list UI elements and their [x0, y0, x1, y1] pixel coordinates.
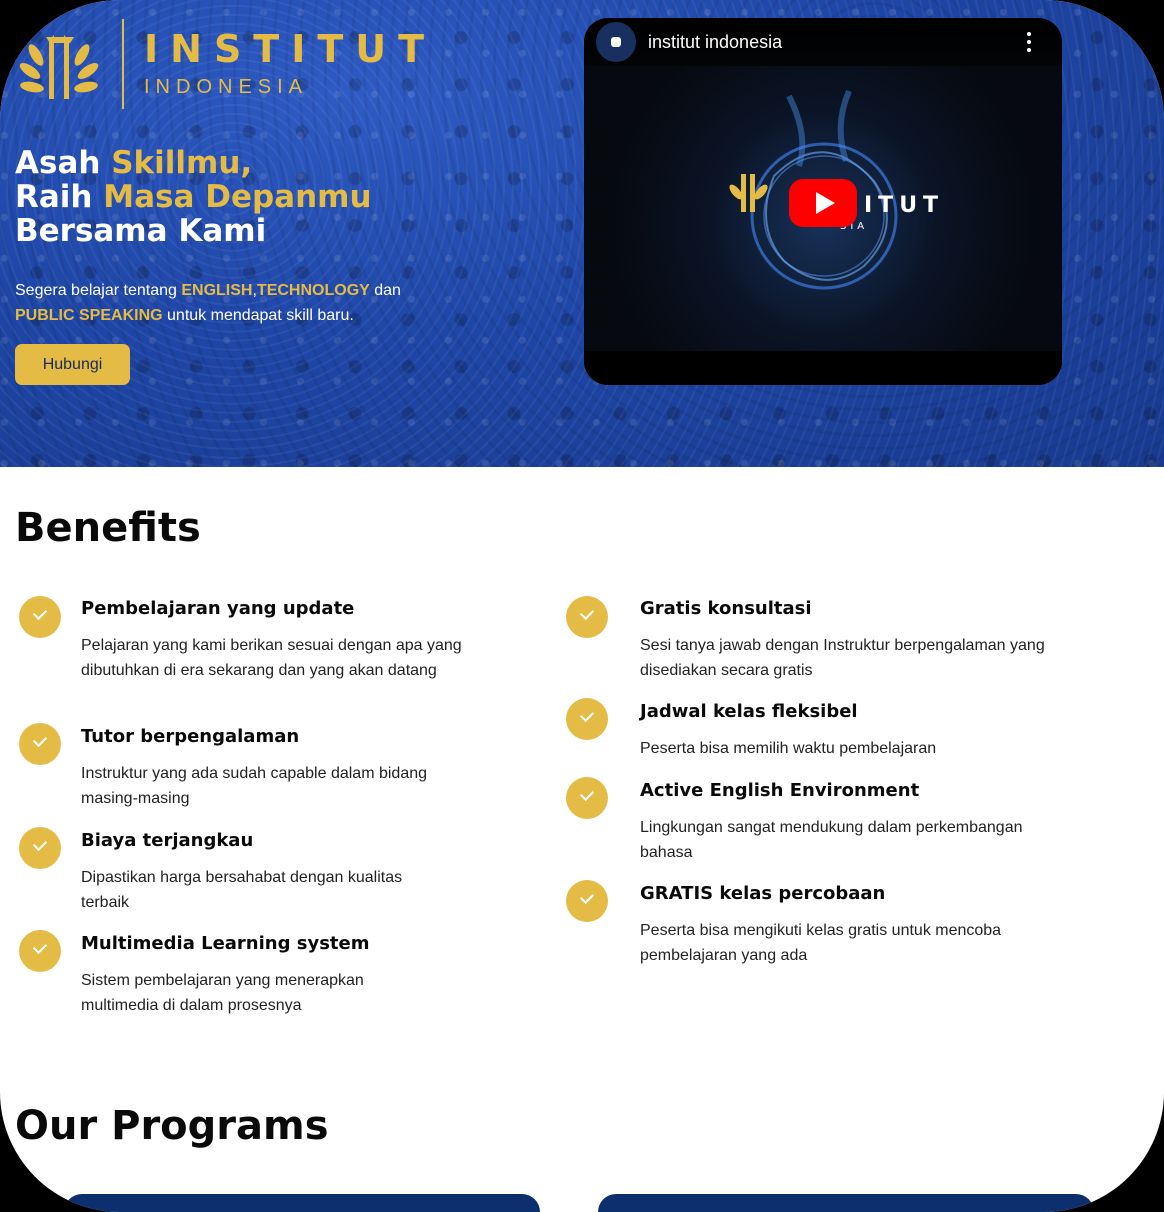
check-icon	[19, 930, 61, 972]
youtube-video-embed[interactable]: ITUT SIA institut indonesia	[584, 18, 1062, 385]
headline-highlight: Skillmu,	[111, 145, 253, 181]
brand-name: INSTITUT	[144, 26, 437, 71]
logo-divider	[122, 19, 124, 109]
benefit-desc: Sistem pembelajaran yang menerapkan mult…	[81, 972, 364, 1014]
check-icon	[19, 827, 61, 869]
benefit-desc: Pelajaran yang kami berikan sesuai denga…	[81, 637, 462, 679]
brand-subtitle: INDONESIA	[144, 75, 309, 98]
more-options-icon[interactable]	[1026, 32, 1032, 52]
benefit-title: Biaya terjangkau	[81, 830, 254, 851]
check-icon	[19, 723, 61, 765]
benefit-title: Gratis konsultasi	[640, 598, 812, 619]
contact-button[interactable]: Hubungi	[15, 344, 130, 385]
channel-avatar[interactable]	[596, 22, 636, 62]
desc-text: untuk mendapat skill baru.	[162, 307, 354, 324]
benefits-heading: Benefits	[15, 505, 201, 551]
play-button[interactable]	[789, 179, 857, 227]
desc-text: dan	[369, 282, 401, 299]
video-overlay-text: ITUT	[864, 193, 944, 218]
desc-text: Segera belajar tentang	[15, 282, 182, 299]
check-icon	[19, 596, 61, 638]
check-icon	[566, 777, 608, 819]
desc-keyword: PUBLIC SPEAKING	[15, 307, 163, 324]
benefit-desc: Lingkungan sangat mendukung dalam perkem…	[640, 819, 1023, 861]
benefit-desc: Instruktur yang ada sudah capable dalam …	[81, 765, 428, 807]
benefit-title: Multimedia Learning system	[81, 933, 370, 954]
headline-text: Raih	[15, 179, 104, 215]
video-title[interactable]: institut indonesia	[648, 32, 782, 53]
program-card[interactable]	[64, 1194, 540, 1212]
hero-description: Segera belajar tentang ENGLISH,TECHNOLOG…	[15, 278, 455, 328]
desc-keyword: ENGLISH	[181, 282, 253, 299]
headline-text: Asah	[15, 145, 112, 181]
check-icon	[566, 698, 608, 740]
benefit-title: GRATIS kelas percobaan	[640, 883, 886, 904]
headline-text: Bersama Kami	[15, 213, 267, 249]
laurel-logo-icon	[19, 35, 99, 99]
benefit-desc: Peserta bisa memilih waktu pembelajaran	[640, 740, 937, 757]
benefit-desc: Peserta bisa mengikuti kelas gratis untu…	[640, 922, 1002, 964]
check-icon	[566, 596, 608, 638]
headline-highlight: Masa Depanmu	[103, 179, 372, 215]
benefit-title: Active English Environment	[640, 780, 920, 801]
hero-headline: Asah Skillmu, Raih Masa Depanmu Bersama …	[15, 146, 372, 248]
check-icon	[566, 880, 608, 922]
desc-keyword: TECHNOLOGY	[256, 282, 370, 299]
program-card[interactable]	[598, 1194, 1094, 1212]
brand-logo[interactable]: INSTITUT INDONESIA	[18, 18, 436, 110]
video-header: institut indonesia	[584, 18, 1062, 66]
benefit-title: Tutor berpengalaman	[81, 726, 300, 747]
benefit-desc: Dipastikan harga bersahabat dengan kuali…	[81, 869, 403, 911]
hero-section: INSTITUT INDONESIA Asah Skillmu, Raih Ma…	[0, 0, 1164, 467]
benefit-title: Jadwal kelas fleksibel	[640, 701, 858, 722]
programs-heading: Our Programs	[15, 1103, 329, 1149]
benefit-desc: Sesi tanya jawab dengan Instruktur berpe…	[640, 637, 1045, 679]
benefit-title: Pembelajaran yang update	[81, 598, 355, 619]
page: INSTITUT INDONESIA Asah Skillmu, Raih Ma…	[0, 0, 1164, 1212]
logo-wordmark: INSTITUT INDONESIA	[144, 30, 436, 99]
video-bottom-bar	[584, 351, 1062, 385]
